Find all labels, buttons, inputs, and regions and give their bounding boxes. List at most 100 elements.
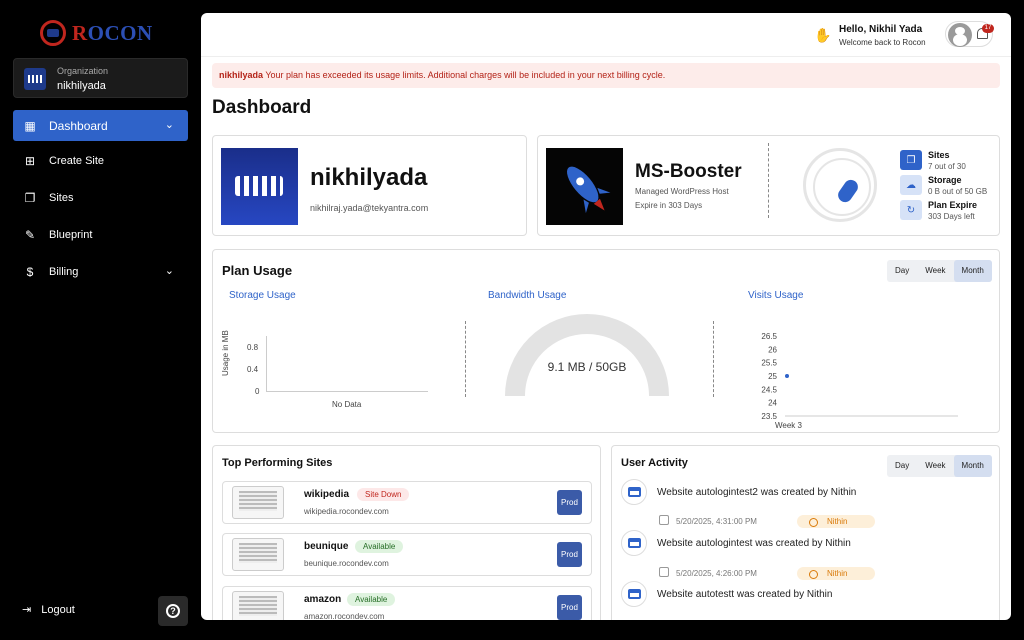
dashboard-icon: ▦ — [24, 118, 36, 133]
bandwidth-value: 9.1 MB / 50GB — [547, 360, 627, 374]
blueprint-icon: ✎ — [24, 227, 36, 242]
site-row[interactable]: wikipedia Site Down wikipedia.rocondev.c… — [222, 481, 592, 524]
range-week[interactable]: Week — [917, 455, 953, 477]
nav-billing[interactable]: $ Billing ⌄ — [13, 256, 188, 287]
range-month[interactable]: Month — [953, 260, 992, 282]
activity-range-toggle: Day Week Month — [887, 455, 992, 477]
range-week[interactable]: Week — [917, 260, 953, 282]
prod-button[interactable]: Prod — [557, 595, 582, 620]
site-thumbnail — [232, 591, 284, 620]
organization-logo — [221, 148, 298, 225]
nav-dashboard[interactable]: ▦ Dashboard ⌄ — [13, 110, 188, 141]
prod-button[interactable]: Prod — [557, 542, 582, 567]
organization-card-name: nikhilyada — [310, 164, 428, 191]
site-row[interactable]: beunique Available beunique.rocondev.com… — [222, 533, 592, 576]
logout-icon: ⇥ — [22, 604, 32, 616]
visits-y-tick: 23.5 — [761, 412, 777, 421]
page-title: Dashboard — [212, 97, 312, 118]
help-button[interactable]: ? — [158, 596, 188, 626]
rocon-logo[interactable]: ROCON — [40, 20, 153, 46]
chevron-down-icon[interactable]: ⌄ — [165, 118, 174, 131]
site-thumbnail — [232, 486, 284, 519]
stat-title: Sites — [928, 150, 950, 160]
plan-usage-title: Plan Usage — [222, 263, 293, 278]
usage-alert: nikhilyada Your plan has exceeded its us… — [212, 63, 1000, 88]
nav-blueprint[interactable]: ✎ Blueprint — [13, 219, 188, 250]
stat-storage: ☁ Storage 0 B out of 50 GB — [900, 175, 987, 196]
greeting: Hello, Nikhil Yada — [839, 24, 923, 35]
organization-card: nikhilyada nikhilraj.yada@tekyantra.com — [212, 135, 527, 236]
activity-time: 5/20/2025, 4:26:00 PM — [676, 569, 757, 578]
plan-usage-card: Plan Usage Day Week Month Storage Usage … — [212, 249, 1000, 433]
usage-range-toggle: Day Week Month — [887, 260, 992, 282]
storage-tick: 0 — [255, 387, 260, 396]
nav-label: Blueprint — [49, 228, 93, 241]
website-icon — [621, 530, 647, 556]
divider — [465, 321, 466, 397]
user-menu[interactable]: 17 — [945, 21, 994, 47]
divider — [713, 321, 714, 397]
stat-title: Plan Expire — [928, 200, 978, 210]
billing-icon: $ — [26, 264, 34, 279]
stat-plan-expire: ↻ Plan Expire 303 Days left — [900, 200, 977, 221]
status-badge: Available — [347, 593, 396, 606]
status-badge: Available — [355, 540, 404, 553]
storage-chart-area — [266, 336, 428, 392]
logout-button[interactable]: ⇥ Logout — [22, 603, 75, 617]
site-thumbnail — [232, 538, 284, 571]
top-sites-card: Top Performing Sites wikipedia Site Down… — [212, 445, 601, 620]
user-activity-title: User Activity — [621, 457, 688, 469]
visits-x-tick: Week 3 — [775, 421, 803, 428]
stat-sub: 0 B out of 50 GB — [928, 187, 988, 196]
sites-icon: ❐ — [24, 190, 36, 205]
alert-message: Your plan has exceeded its usage limits.… — [263, 70, 666, 80]
storage-usage-label: Storage Usage — [229, 290, 296, 301]
storage-no-data: No Data — [332, 400, 362, 409]
range-day[interactable]: Day — [887, 455, 917, 477]
bandwidth-usage-label: Bandwidth Usage — [488, 290, 567, 301]
site-name: beunique — [304, 541, 349, 552]
website-icon — [621, 479, 647, 505]
activity-time: 5/20/2025, 4:31:00 PM — [676, 517, 757, 526]
visits-point[interactable] — [785, 374, 789, 378]
site-url[interactable]: beunique.rocondev.com — [304, 559, 389, 568]
top-bar: ✋ Hello, Nikhil Yada Welcome back to Roc… — [201, 13, 1011, 57]
visits-y-tick: 25 — [768, 372, 777, 381]
visits-y-tick: 26 — [768, 345, 777, 354]
site-row[interactable]: amazon Available amazon.rocondev.com Pro… — [222, 586, 592, 620]
organization-icon — [24, 68, 46, 90]
chevron-down-icon[interactable]: ⌄ — [165, 264, 174, 277]
visits-y-tick: 24 — [768, 399, 777, 408]
nav-label: Sites — [49, 191, 74, 204]
range-day[interactable]: Day — [887, 260, 917, 282]
site-url[interactable]: wikipedia.rocondev.com — [304, 507, 389, 516]
plan-card: MS-Booster Managed WordPress Host Expire… — [537, 135, 1000, 236]
nav-create-site[interactable]: ⊞ Create Site — [13, 145, 188, 176]
activity-user: Nithin — [797, 567, 875, 580]
site-url[interactable]: amazon.rocondev.com — [304, 612, 384, 620]
organization-label: Organization — [57, 66, 109, 76]
prod-button[interactable]: Prod — [557, 490, 582, 515]
organization-switcher[interactable]: Organization nikhilyada — [13, 58, 188, 98]
cloud-icon: ☁ — [900, 175, 922, 195]
usage-ring — [803, 148, 877, 222]
stat-sub: 303 Days left — [928, 212, 975, 221]
stat-sub: 7 out of 30 — [928, 162, 966, 171]
plan-expiry: Expire in 303 Days — [635, 201, 703, 210]
logo-prefix: R — [72, 20, 88, 45]
refresh-icon: ↻ — [900, 200, 922, 220]
calendar-icon — [659, 567, 669, 577]
activity-text: Website autologintest was created by Nit… — [657, 538, 851, 549]
nav-sites[interactable]: ❐ Sites — [13, 182, 188, 213]
nav-label: Create Site — [49, 154, 105, 167]
plan-name: MS-Booster — [635, 161, 742, 182]
activity-text: Website autotestt was created by Nithin — [657, 589, 833, 600]
activity-user: Nithin — [797, 515, 875, 528]
nav-label: Billing — [49, 265, 79, 278]
range-month[interactable]: Month — [953, 455, 992, 477]
avatar[interactable] — [948, 23, 972, 47]
logo-rest: OCON — [87, 20, 153, 45]
site-name: wikipedia — [304, 489, 350, 500]
calendar-icon — [659, 515, 669, 525]
visits-y-tick: 24.5 — [761, 385, 777, 394]
